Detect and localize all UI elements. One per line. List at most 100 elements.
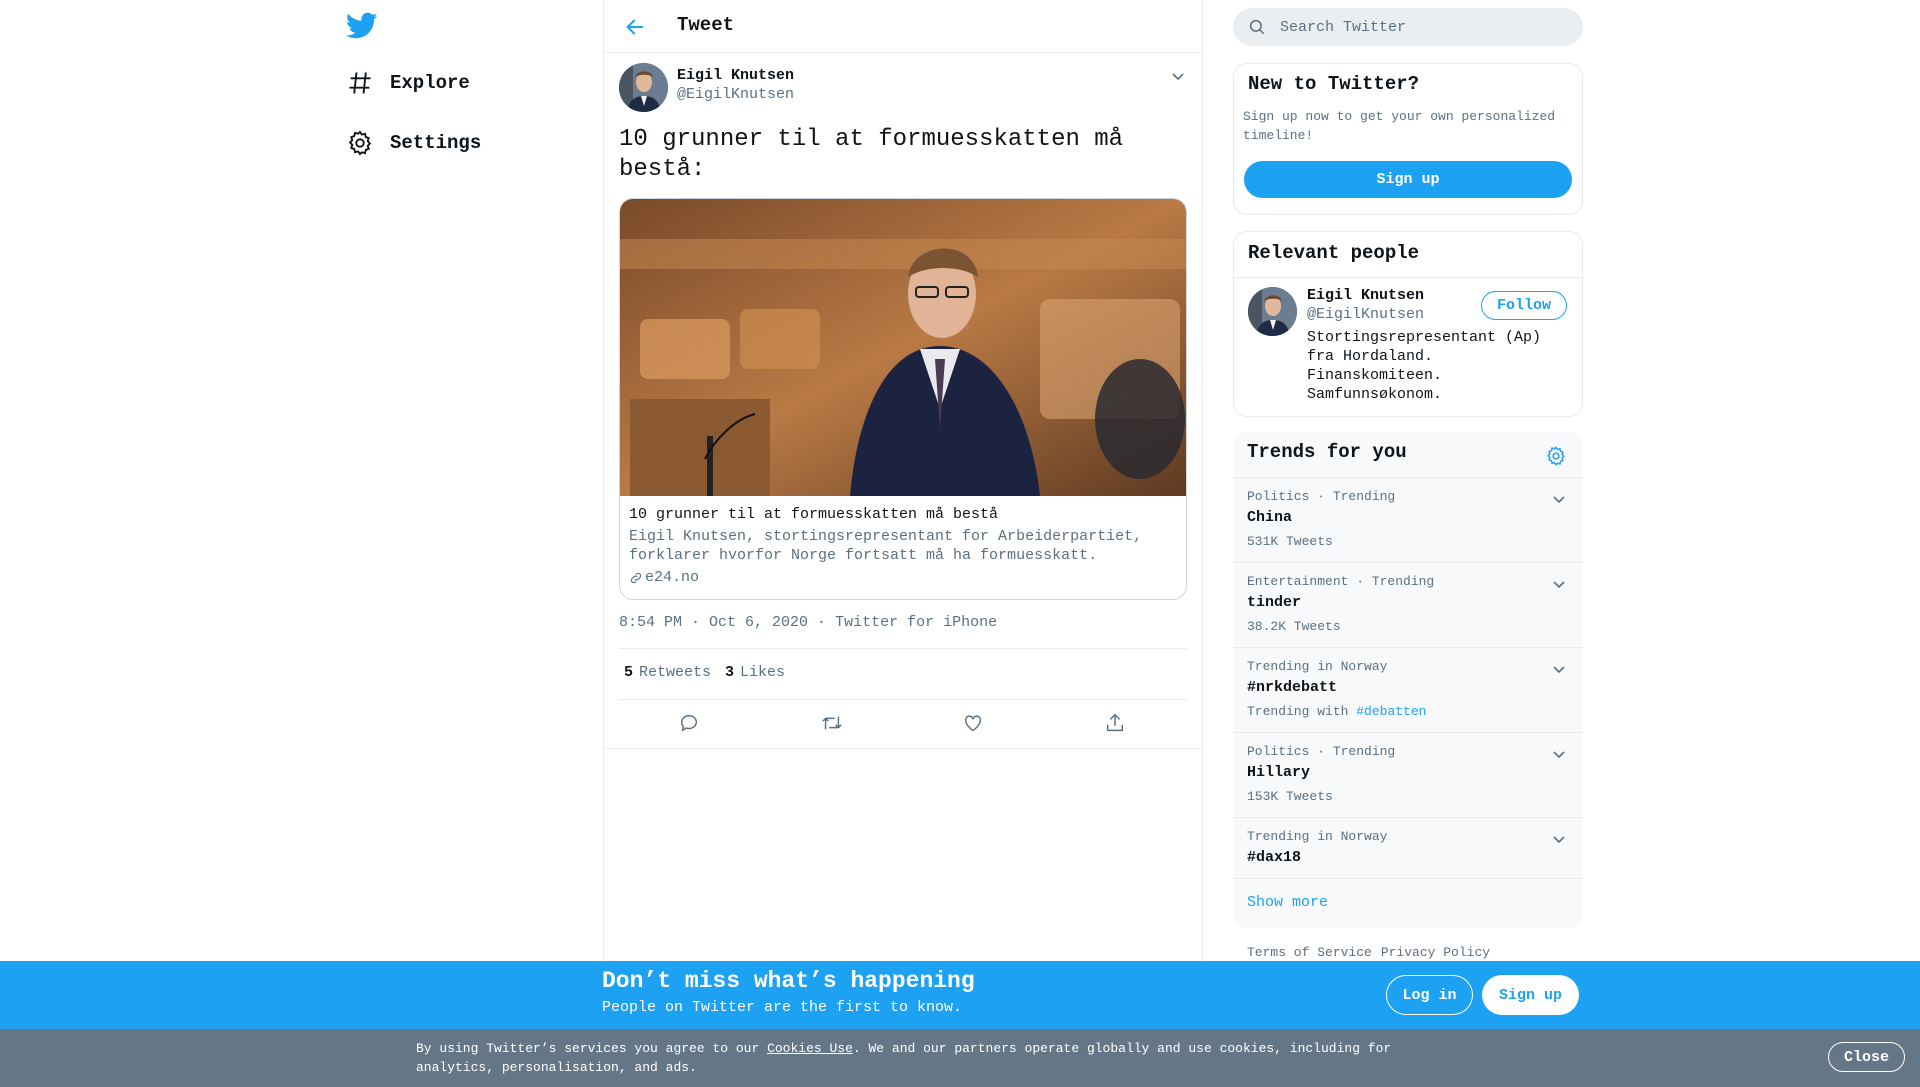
relevant-people-panel: Relevant people Eigil Knutsen @EigilKnut… bbox=[1233, 231, 1583, 417]
tweet-column: Tweet Eigil Knutsen @EigilKnutsen 10 gru… bbox=[603, 0, 1203, 1087]
signup-button[interactable]: Sign up bbox=[1244, 161, 1572, 198]
terms-link[interactable]: Terms of Service bbox=[1247, 945, 1372, 960]
relevant-people-title: Relevant people bbox=[1248, 242, 1420, 264]
tweet-stats: 5 Retweets 3 Likes bbox=[624, 664, 785, 681]
trend-topic: tinder bbox=[1247, 594, 1302, 611]
link-card-domain-text: e24.no bbox=[645, 569, 700, 586]
login-button[interactable]: Log in bbox=[1386, 975, 1473, 1015]
trend-count: 153K Tweets bbox=[1247, 789, 1333, 804]
new-to-twitter-subtitle: Sign up now to get your own personalized… bbox=[1243, 109, 1556, 143]
trend-meta: Entertainment · Trending bbox=[1247, 574, 1435, 589]
link-card-image bbox=[620, 199, 1186, 496]
trends-header: Trends for you bbox=[1233, 432, 1583, 478]
chevron-down-icon[interactable] bbox=[1551, 746, 1567, 762]
trend-meta: Trending in Norway bbox=[1247, 829, 1388, 844]
footer-links: Terms of Service Privacy Policy bbox=[1247, 945, 1490, 960]
tweet-author-name[interactable]: Eigil Knutsen bbox=[677, 67, 794, 84]
retweets-label: Retweets bbox=[639, 664, 712, 681]
back-arrow-icon[interactable] bbox=[624, 16, 646, 38]
trend-with: Trending with #debatten bbox=[1247, 704, 1426, 719]
link-card-domain: e24.no bbox=[629, 569, 699, 586]
new-to-twitter-panel: New to Twitter? Sign up now to get your … bbox=[1233, 63, 1583, 215]
link-card[interactable]: 10 grunner til at formuesskatten må best… bbox=[619, 198, 1187, 600]
retweets-count: 5 bbox=[624, 664, 634, 681]
gear-icon[interactable] bbox=[1545, 445, 1567, 467]
trend-item[interactable]: Politics · Trending China 531K Tweets bbox=[1233, 478, 1583, 563]
chevron-down-icon[interactable] bbox=[1551, 661, 1567, 677]
show-more-link[interactable]: Show more bbox=[1247, 894, 1328, 911]
share-icon[interactable] bbox=[1104, 712, 1128, 736]
signup-banner: Don’t miss what’s happening People on Tw… bbox=[0, 961, 1920, 1029]
tweet-source[interactable]: Twitter for iPhone bbox=[835, 614, 997, 631]
trend-count: 38.2K Tweets bbox=[1247, 619, 1341, 634]
divider bbox=[619, 699, 1187, 700]
cookie-prefix: By using Twitter’s services you agree to… bbox=[416, 1041, 760, 1056]
trends-title: Trends for you bbox=[1247, 441, 1407, 463]
tweet-author-avatar[interactable] bbox=[619, 63, 668, 112]
search-input[interactable] bbox=[1280, 18, 1560, 36]
person-bio: Stortingsrepresentant (Ap) fra Hordaland… bbox=[1307, 329, 1542, 403]
link-card-title: 10 grunner til at formuesskatten må best… bbox=[629, 506, 999, 523]
chevron-down-icon[interactable] bbox=[1551, 831, 1567, 847]
trend-topic: #nrkdebatt bbox=[1247, 679, 1338, 696]
trend-with-prefix: Trending with bbox=[1247, 704, 1349, 719]
chevron-down-icon[interactable] bbox=[1551, 576, 1567, 592]
trend-meta: Trending in Norway bbox=[1247, 659, 1388, 674]
nav-settings[interactable]: Settings bbox=[346, 123, 481, 163]
cookies-use-link[interactable]: Cookies Use bbox=[767, 1041, 853, 1056]
hashtag-icon bbox=[346, 69, 374, 97]
nav-explore-label: Explore bbox=[390, 72, 470, 94]
likes-label: Likes bbox=[740, 664, 786, 681]
banner-title: Don’t miss what’s happening bbox=[602, 968, 975, 994]
close-button[interactable]: Close bbox=[1828, 1042, 1905, 1072]
new-to-twitter-title: New to Twitter? bbox=[1248, 73, 1420, 95]
retweets-stat[interactable]: 5 Retweets bbox=[624, 664, 711, 681]
trend-with-tag[interactable]: #debatten bbox=[1356, 704, 1426, 719]
banner-signup-button[interactable]: Sign up bbox=[1482, 975, 1579, 1015]
tweet-author-handle[interactable]: @EigilKnutsen bbox=[677, 86, 794, 103]
trend-meta: Politics · Trending bbox=[1247, 489, 1396, 504]
likes-count: 3 bbox=[725, 664, 735, 681]
divider bbox=[619, 648, 1187, 649]
divider bbox=[1234, 277, 1582, 278]
link-icon bbox=[629, 571, 645, 585]
tweet-meta: 8:54 PM · Oct 6, 2020 · Twitter for iPho… bbox=[619, 614, 997, 631]
search-bar[interactable] bbox=[1233, 8, 1583, 46]
nav-explore[interactable]: Explore bbox=[346, 63, 470, 103]
likes-stat[interactable]: 3 Likes bbox=[725, 664, 785, 681]
trend-count: 531K Tweets bbox=[1247, 534, 1333, 549]
person-avatar[interactable] bbox=[1248, 287, 1297, 336]
tweet-header: Tweet bbox=[604, 0, 1202, 53]
trend-item[interactable]: Trending in Norway #dax18 bbox=[1233, 818, 1583, 879]
retweet-icon[interactable] bbox=[820, 712, 844, 736]
twitter-logo-icon[interactable] bbox=[346, 12, 380, 42]
meta-separator: · bbox=[817, 614, 836, 631]
tweet-text: 10 grunner til at formuesskatten må best… bbox=[619, 126, 1124, 183]
chevron-down-icon[interactable] bbox=[1551, 491, 1567, 507]
trend-item[interactable]: Politics · Trending Hillary 153K Tweets bbox=[1233, 733, 1583, 818]
trend-item[interactable]: Entertainment · Trending tinder 38.2K Tw… bbox=[1233, 563, 1583, 648]
search-icon bbox=[1233, 18, 1266, 36]
trend-item[interactable]: Trending in Norway #nrkdebatt Trending w… bbox=[1233, 648, 1583, 733]
trend-topic: China bbox=[1247, 509, 1293, 526]
cookie-text: By using Twitter’s services you agree to… bbox=[416, 1039, 1416, 1077]
trend-topic: Hillary bbox=[1247, 764, 1311, 781]
privacy-link[interactable]: Privacy Policy bbox=[1381, 945, 1490, 960]
page-title: Tweet bbox=[677, 14, 735, 36]
tweet-timestamp[interactable]: 8:54 PM · Oct 6, 2020 bbox=[619, 614, 808, 631]
banner-subtitle: People on Twitter are the first to know. bbox=[602, 999, 963, 1016]
link-card-description: Eigil Knutsen, stortingsrepresentant for… bbox=[629, 528, 1143, 564]
person-name[interactable]: Eigil Knutsen bbox=[1307, 287, 1424, 304]
trends-panel: Trends for you Politics · Trending China… bbox=[1233, 432, 1583, 928]
like-heart-icon[interactable] bbox=[962, 712, 986, 736]
divider bbox=[604, 748, 1202, 749]
gear-icon bbox=[346, 129, 374, 157]
follow-button[interactable]: Follow bbox=[1481, 291, 1567, 320]
chevron-down-icon[interactable] bbox=[1170, 68, 1186, 84]
trend-meta: Politics · Trending bbox=[1247, 744, 1396, 759]
cookie-banner: By using Twitter’s services you agree to… bbox=[0, 1029, 1920, 1087]
trend-topic: #dax18 bbox=[1247, 849, 1302, 866]
nav-settings-label: Settings bbox=[390, 132, 482, 154]
person-handle[interactable]: @EigilKnutsen bbox=[1307, 306, 1424, 323]
reply-icon[interactable] bbox=[678, 712, 702, 736]
